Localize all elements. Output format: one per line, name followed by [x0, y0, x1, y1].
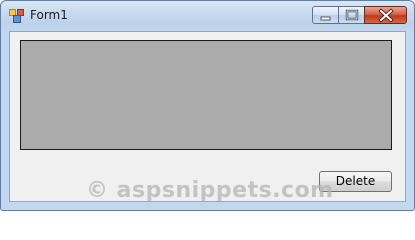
- title-bar[interactable]: Form1: [1, 1, 414, 32]
- maximize-button[interactable]: [338, 6, 365, 24]
- form-client-area: Delete: [9, 31, 406, 202]
- minimize-icon: [320, 16, 331, 21]
- watermark-text: © aspsnippets.com: [86, 178, 334, 203]
- data-grid-view[interactable]: [20, 40, 392, 150]
- winforms-app-icon[interactable]: [9, 9, 25, 23]
- close-icon: [378, 8, 394, 23]
- close-button[interactable]: [364, 6, 407, 24]
- form-window: Form1 Delete © aspsnippets.com: [0, 0, 415, 211]
- window-title: Form1: [30, 8, 68, 22]
- minimize-button[interactable]: [312, 6, 339, 24]
- maximize-icon: [345, 9, 359, 21]
